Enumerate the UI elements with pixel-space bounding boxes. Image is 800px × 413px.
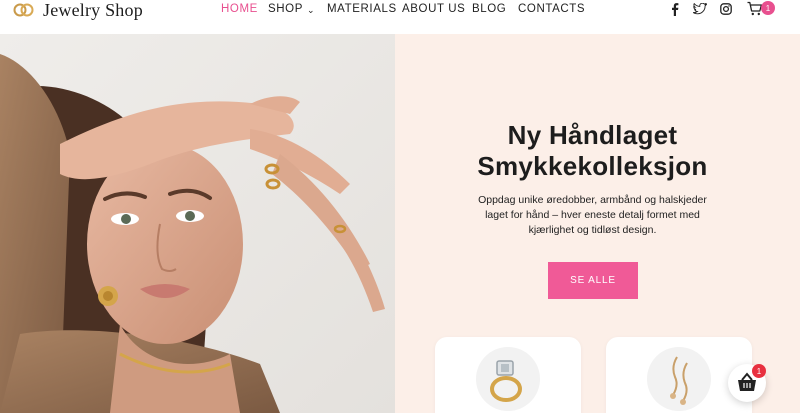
header-cart[interactable]: 1 [747, 0, 777, 18]
hero-title: Ny Håndlaget Smykkekolleksjon [395, 120, 790, 182]
floating-cart-badge: 1 [752, 364, 766, 378]
hero-title-line: Smykkekolleksjon [477, 151, 708, 181]
instagram-icon[interactable] [719, 1, 733, 17]
nav-shop-label: SHOP [268, 3, 303, 15]
facebook-icon[interactable] [669, 1, 681, 17]
product-card[interactable] [435, 337, 581, 413]
model-illustration [0, 34, 395, 413]
nav-shop[interactable]: SHOP ⌄ [268, 1, 327, 17]
hero-subtitle-line: laget for hånd – hver eneste detalj form… [485, 209, 700, 221]
product-thumb [647, 347, 711, 411]
hero-title-line: Ny Håndlaget [507, 120, 678, 150]
product-thumb [476, 347, 540, 411]
main-nav: HOME SHOP ⌄ MATERIALS ABOUT US BLOG CONT… [221, 1, 588, 17]
hero-subtitle-line: Oppdag unike øredobber, armbånd og halsk… [478, 194, 707, 206]
nav-blog[interactable]: BLOG [472, 1, 518, 17]
site-header: Jewelry Shop HOME SHOP ⌄ MATERIALS ABOUT… [0, 0, 800, 34]
logo-text: Jewelry Shop [43, 0, 143, 20]
cart-count-badge: 1 [761, 1, 775, 15]
nav-about-us[interactable]: ABOUT US [402, 1, 472, 17]
see-all-button[interactable]: SE ALLE [548, 262, 638, 299]
logo[interactable]: Jewelry Shop [13, 0, 143, 20]
hero-subtitle: Oppdag unike øredobber, armbånd og halsk… [395, 193, 790, 238]
nav-home[interactable]: HOME [221, 1, 268, 17]
rings-logo-icon [13, 3, 34, 17]
twitter-icon[interactable] [692, 1, 708, 17]
chevron-down-icon: ⌄ [307, 4, 316, 15]
earrings-icon [670, 356, 688, 405]
hero-model-photo [0, 34, 395, 413]
nav-materials[interactable]: MATERIALS [327, 1, 402, 17]
hero-subtitle-line: kjærlighet og tidløst design. [528, 224, 657, 236]
diamond-ring-icon [490, 360, 522, 402]
nav-contacts[interactable]: CONTACTS [518, 1, 588, 17]
